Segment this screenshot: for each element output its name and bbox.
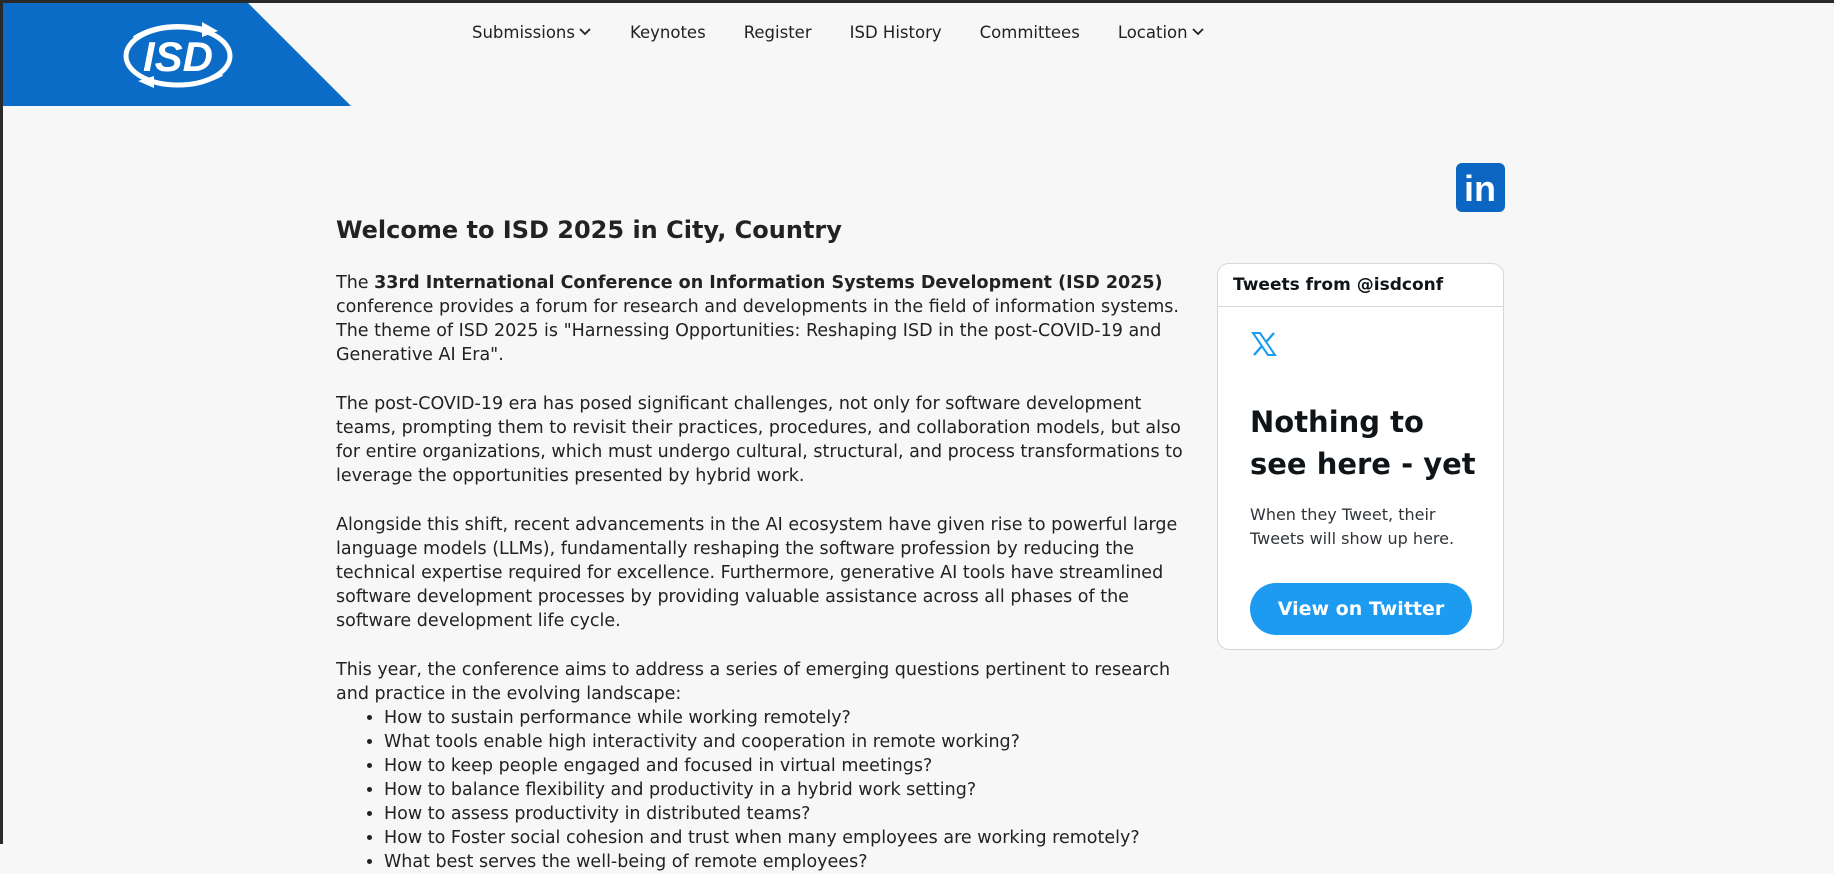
questions-list: How to sustain performance while working… (336, 706, 1206, 874)
nav-submissions-label: Submissions (472, 22, 575, 42)
top-border (0, 0, 1834, 3)
nav-location-label: Location (1117, 22, 1188, 42)
twitter-timeline-widget: Tweets from @isdconf Nothing to see here… (1217, 263, 1504, 650)
isd-logo[interactable]: ISD (122, 20, 234, 90)
paragraph-ai: Alongside this shift, recent advancement… (336, 515, 1178, 631)
paragraph-questions-intro: This year, the conference aims to addres… (336, 660, 1171, 704)
intro-paragraph: The 33rd International Conference on Inf… (336, 271, 1206, 367)
logo-text: ISD (143, 33, 213, 80)
nav-location[interactable]: Location (1118, 23, 1205, 42)
list-item: How to keep people engaged and focused i… (384, 754, 1206, 778)
linkedin-link[interactable]: in (1456, 163, 1505, 212)
list-item: What tools enable high interactivity and… (384, 730, 1206, 754)
list-item: How to assess productivity in distribute… (384, 802, 1206, 826)
nav-committees[interactable]: Committees (980, 23, 1080, 42)
main-nav: Submissions Keynotes Register ISD Histor… (472, 21, 1205, 43)
list-item: How to sustain performance while working… (384, 706, 1206, 730)
page-title: Welcome to ISD 2025 in City, Country (336, 216, 842, 244)
left-border (0, 0, 3, 844)
linkedin-icon: in (1464, 168, 1496, 209)
view-on-twitter-button[interactable]: View on Twitter (1250, 583, 1472, 635)
chevron-down-icon (1191, 28, 1204, 36)
nav-isd-history[interactable]: ISD History (850, 23, 942, 42)
main-content: The 33rd International Conference on Inf… (336, 271, 1206, 874)
nav-keynotes[interactable]: Keynotes (630, 23, 706, 42)
empty-state-title: Nothing to see here - yet (1250, 405, 1476, 481)
twitter-widget-header[interactable]: Tweets from @isdconf (1218, 264, 1503, 307)
nav-isd-history-label: ISD History (849, 22, 942, 42)
intro-rest: conference provides a forum for research… (336, 297, 1179, 365)
nav-register-label: Register (743, 22, 812, 42)
nav-keynotes-label: Keynotes (630, 22, 706, 42)
chevron-down-icon (579, 28, 591, 36)
conference-name: 33rd International Conference on Informa… (374, 273, 1163, 293)
x-logo-icon[interactable] (1250, 330, 1278, 358)
nav-committees-label: Committees (979, 22, 1080, 42)
list-item: How to balance flexibility and productiv… (384, 778, 1206, 802)
paragraph-post-covid: The post-COVID-19 era has posed signific… (336, 394, 1183, 486)
list-item: How to Foster social cohesion and trust … (384, 826, 1206, 850)
intro-lead: The (336, 273, 375, 293)
nav-register[interactable]: Register (744, 23, 812, 42)
empty-state-text: When they Tweet, their Tweets will show … (1250, 505, 1455, 548)
nav-submissions[interactable]: Submissions (472, 23, 592, 42)
linkedin-icon-text: in (1464, 168, 1496, 209)
list-item: What best serves the well-being of remot… (384, 850, 1206, 874)
